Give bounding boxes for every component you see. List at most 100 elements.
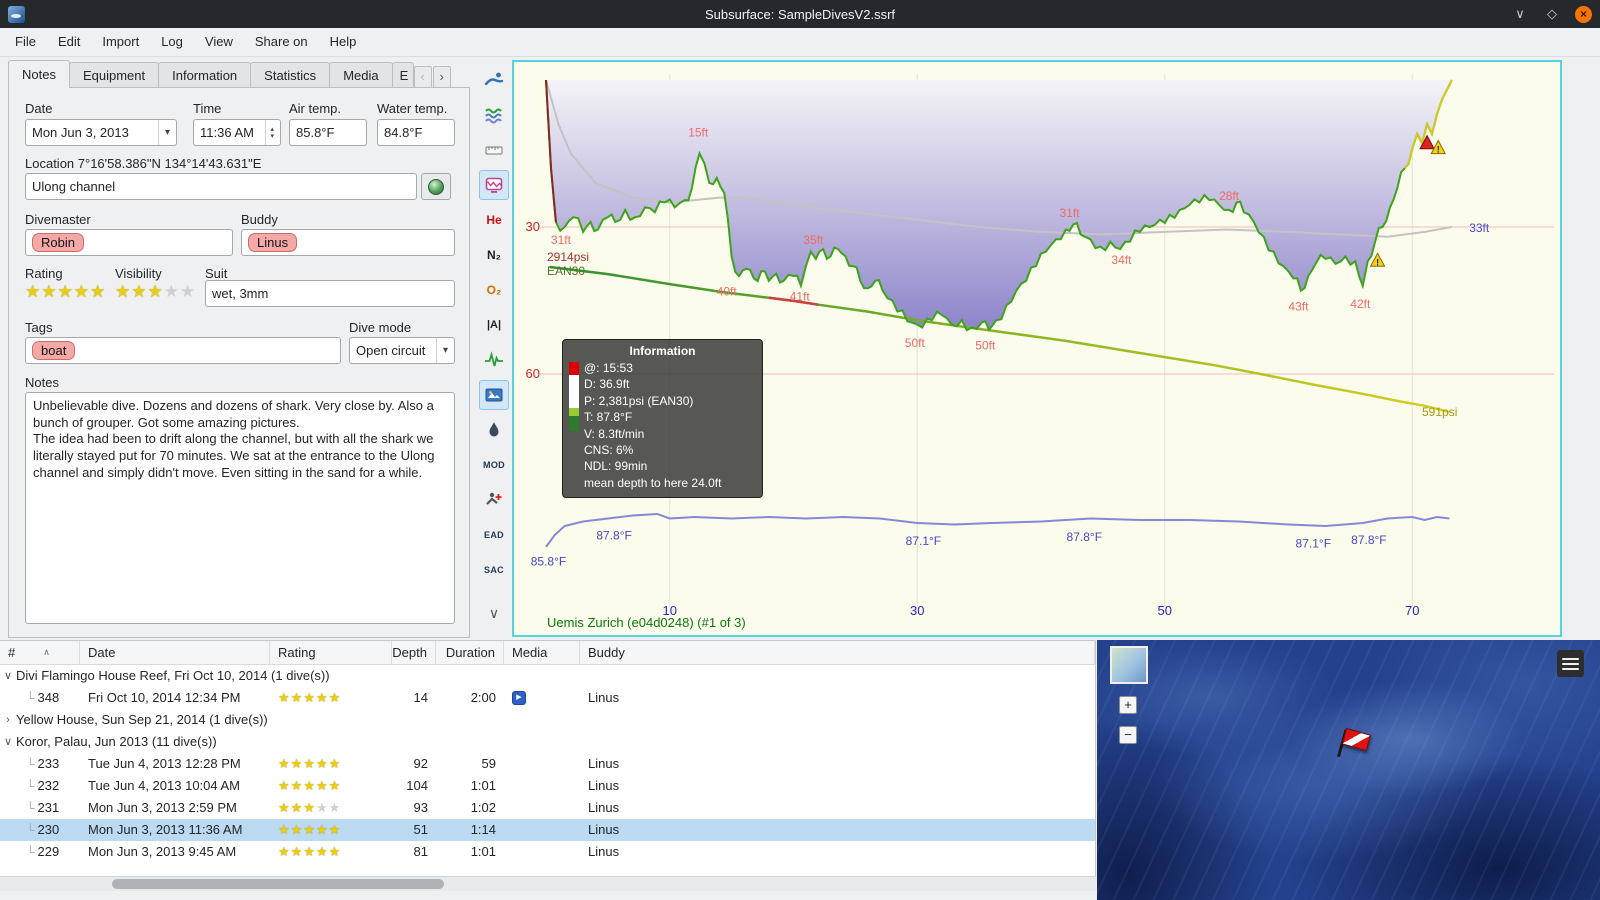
horizontal-scrollbar[interactable] bbox=[0, 876, 1096, 891]
time-spinner[interactable]: 11:36 AM ▴ ▾ bbox=[193, 119, 281, 146]
notes-textarea[interactable]: Unbelievable dive. Dozens and dozens of … bbox=[25, 392, 455, 624]
chevron-down-icon[interactable]: ▾ bbox=[435, 338, 448, 363]
svg-text:!: ! bbox=[1376, 257, 1379, 267]
toggle-dive-computer[interactable] bbox=[479, 65, 509, 95]
menu-item-edit[interactable]: Edit bbox=[47, 28, 91, 56]
collapse-icon[interactable]: ∨ bbox=[0, 665, 16, 687]
expand-icon[interactable]: › bbox=[0, 709, 16, 731]
close-icon[interactable]: × bbox=[1575, 5, 1592, 23]
tag-chip[interactable]: boat bbox=[32, 341, 76, 360]
menu-item-import[interactable]: Import bbox=[91, 28, 150, 56]
trip-row[interactable]: ∨ Divi Flamingo House Reef, Fri Oct 10, 2… bbox=[0, 665, 1095, 687]
toggle-po2-graph[interactable]: O₂ bbox=[479, 275, 509, 305]
rating-stars[interactable]: ★★★★★ bbox=[25, 282, 106, 302]
dive-row[interactable]: └ 231 Mon Jun 3, 2013 2:59 PM ★★★★★ 93 1:02 Li… bbox=[0, 797, 1095, 819]
dive-profile-chart[interactable]: 31ft 15ft 40ft 41ft 35ft 50ft 50ft 31ft 34ft 28ft… bbox=[512, 60, 1562, 637]
buddy-chip[interactable]: Linus bbox=[248, 233, 298, 252]
globe-button[interactable] bbox=[421, 173, 451, 200]
dive-site-map[interactable]: + − bbox=[1097, 640, 1600, 900]
column-header-[interactable]: # ∧ bbox=[0, 641, 80, 664]
dive-row[interactable]: └ 230 Mon Jun 3, 2013 11:36 AM ★★★★★ 51 1:14 L… bbox=[0, 819, 1095, 841]
dive-row[interactable]: └ 348 Fri Oct 10, 2014 12:34 PM ★★★★★ 14 2:00… bbox=[0, 687, 1095, 709]
dive-list: # ∧ Date Rating Depth Duration Media Buddy ∨ Div… bbox=[0, 640, 1096, 876]
toggle-heart-rate[interactable] bbox=[479, 345, 509, 375]
minimize-icon[interactable]: ∨ bbox=[1511, 6, 1529, 22]
dive-flag-marker[interactable] bbox=[1331, 722, 1374, 766]
column-header-date[interactable]: Date bbox=[80, 641, 270, 664]
tab-equipment[interactable]: Equipment bbox=[68, 62, 160, 88]
toggle-phe-graph[interactable]: He bbox=[479, 205, 509, 235]
menu-item-view[interactable]: View bbox=[194, 28, 244, 56]
map-menu-icon[interactable] bbox=[1557, 650, 1584, 677]
dive-mode-select[interactable]: Open circuit ▾ bbox=[349, 337, 455, 364]
tab-statistics[interactable]: Statistics bbox=[250, 62, 331, 88]
tab-notes[interactable]: Notes bbox=[8, 60, 70, 88]
toggle-pressure-graph[interactable] bbox=[479, 100, 509, 130]
toggle-mod[interactable]: MOD bbox=[479, 450, 509, 480]
toggle-sac[interactable]: SAC bbox=[479, 555, 509, 585]
zoom-out-button[interactable]: − bbox=[1119, 726, 1137, 744]
toggle-pn2-graph[interactable]: N₂ bbox=[479, 240, 509, 270]
svg-text:87.1°F: 87.1°F bbox=[1296, 537, 1331, 551]
toggle-gas-annotations[interactable] bbox=[479, 415, 509, 445]
dive-rating: ★★★★★ bbox=[270, 753, 392, 775]
menu-item-file[interactable]: File bbox=[4, 28, 47, 56]
scrollbar-thumb[interactable] bbox=[112, 879, 444, 889]
svg-text:87.8°F: 87.8°F bbox=[1067, 530, 1102, 544]
zoom-in-button[interactable]: + bbox=[1119, 696, 1137, 714]
menu-item-log[interactable]: Log bbox=[150, 28, 194, 56]
toggle-calc-ceiling[interactable] bbox=[479, 485, 509, 515]
toggle-ruler[interactable] bbox=[479, 135, 509, 165]
tab-scroll-right-icon[interactable]: › bbox=[432, 66, 451, 88]
divemaster-label: Divemaster bbox=[25, 212, 91, 227]
toggle-ead[interactable]: EAD bbox=[479, 520, 509, 550]
date-select[interactable]: Mon Jun 3, 2013 ▾ bbox=[25, 119, 177, 146]
media-icon[interactable]: ▶ bbox=[512, 691, 526, 705]
tab-media[interactable]: Media bbox=[329, 62, 393, 88]
svg-text:!: ! bbox=[1437, 145, 1440, 155]
menu-item-help[interactable]: Help bbox=[319, 28, 368, 56]
star-icon: ★ bbox=[315, 822, 329, 837]
toggle-tissues[interactable]: |A| bbox=[479, 310, 509, 340]
trip-row[interactable]: › Yellow House, Sun Sep 21, 2014 (1 dive(… bbox=[0, 709, 1095, 731]
air-temp-field[interactable] bbox=[289, 119, 367, 146]
dive-row[interactable]: └ 233 Tue Jun 4, 2013 12:28 PM ★★★★★ 92 59 Lin… bbox=[0, 753, 1095, 775]
tab-scroll-left-icon[interactable]: ‹ bbox=[413, 66, 432, 88]
star-icon: ★ bbox=[278, 822, 291, 837]
divemaster-field[interactable]: Robin bbox=[25, 229, 233, 256]
tab-e[interactable]: E bbox=[391, 62, 414, 88]
dive-buddy: Linus bbox=[588, 822, 620, 837]
spinner-arrows-icon[interactable]: ▴ ▾ bbox=[265, 120, 274, 145]
dive-row[interactable]: └ 229 Mon Jun 3, 2013 9:45 AM ★★★★★ 81 1:01 Li… bbox=[0, 841, 1095, 863]
location-field[interactable] bbox=[25, 173, 417, 200]
toolbar-scroll-down-icon[interactable]: ∨ bbox=[489, 605, 499, 622]
tags-field[interactable]: boat bbox=[25, 337, 341, 364]
column-header-buddy[interactable]: Buddy bbox=[580, 641, 1095, 664]
dive-row[interactable]: └ 232 Tue Jun 4, 2013 10:04 AM ★★★★★ 104 1:01… bbox=[0, 775, 1095, 797]
maximize-icon[interactable]: ◇ bbox=[1543, 6, 1561, 22]
column-header-media[interactable]: Media bbox=[504, 641, 580, 664]
visibility-stars[interactable]: ★★★★★ bbox=[115, 282, 196, 302]
collapse-icon[interactable]: ∨ bbox=[0, 731, 16, 753]
column-header-rating[interactable]: Rating bbox=[270, 641, 392, 664]
column-header-depth[interactable]: Depth bbox=[392, 641, 436, 664]
dive-media bbox=[504, 841, 580, 863]
toggle-dc-ceiling[interactable] bbox=[479, 169, 509, 200]
star-icon: ★ bbox=[147, 282, 164, 301]
menu-item-share-on[interactable]: Share on bbox=[244, 28, 319, 56]
water-temp-field[interactable] bbox=[377, 119, 455, 146]
divemaster-chip[interactable]: Robin bbox=[32, 233, 84, 252]
suit-field[interactable] bbox=[205, 280, 455, 307]
column-header-duration[interactable]: Duration bbox=[436, 641, 504, 664]
dive-number: 231 bbox=[37, 800, 60, 815]
buddy-field[interactable]: Linus bbox=[241, 229, 455, 256]
toggle-photos[interactable] bbox=[479, 379, 509, 410]
chevron-down-icon[interactable]: ▾ bbox=[157, 120, 170, 145]
tab-information[interactable]: Information bbox=[158, 62, 252, 88]
map-layer-thumbnail[interactable] bbox=[1110, 646, 1148, 684]
dive-buddy: Linus bbox=[588, 844, 620, 859]
dive-depth: 51 bbox=[413, 822, 428, 837]
trip-row[interactable]: ∨ Koror, Palau, Jun 2013 (11 dive(s)) bbox=[0, 731, 1095, 753]
infobox-ndl: NDL: 99min bbox=[584, 459, 648, 474]
svg-text:85.8°F: 85.8°F bbox=[531, 555, 566, 569]
